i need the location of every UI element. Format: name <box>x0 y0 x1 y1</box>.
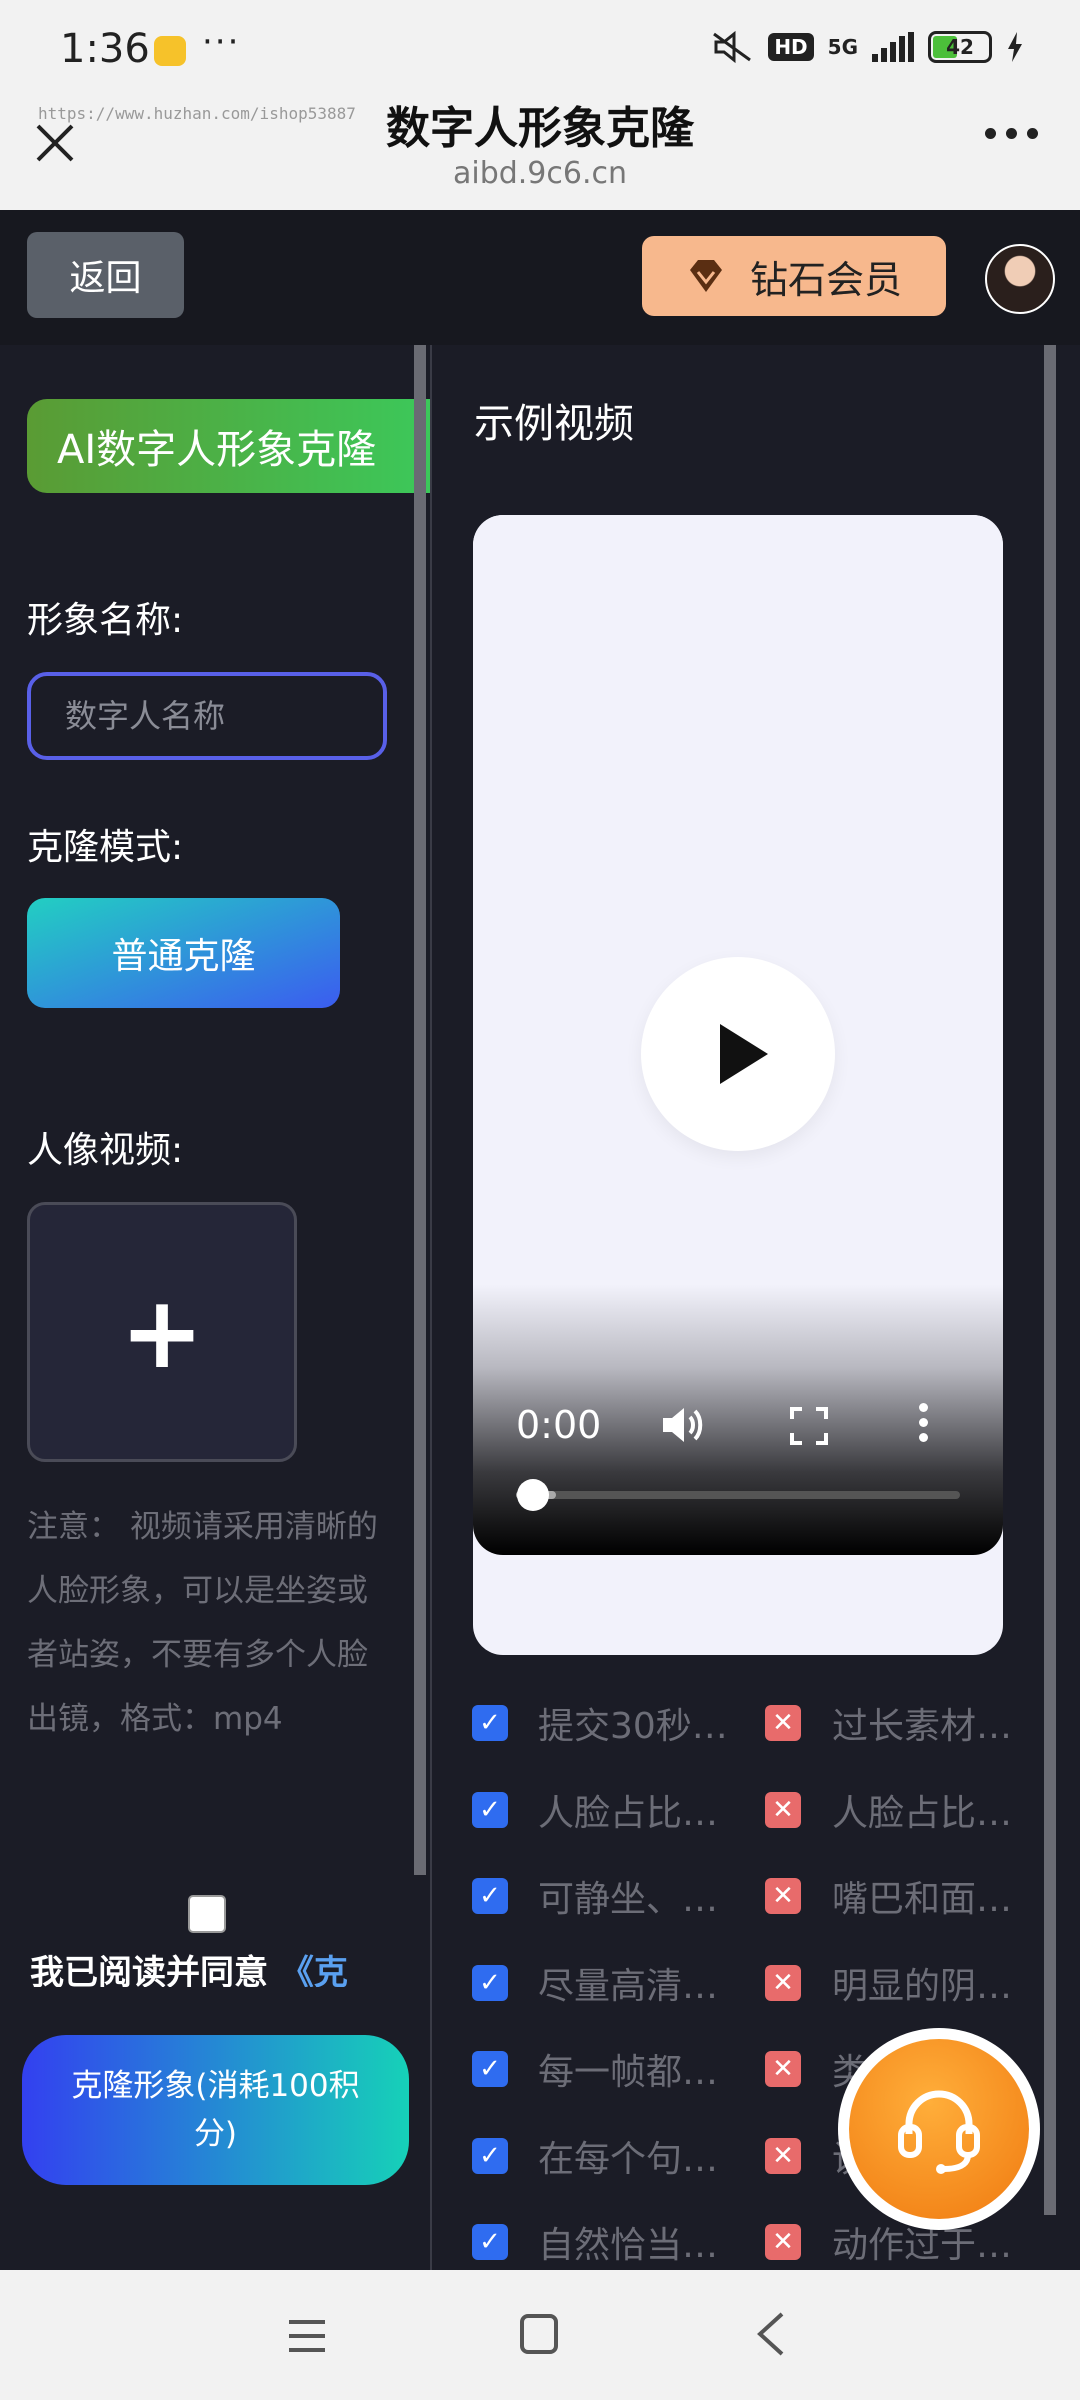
cross-icon: ✕ <box>765 1791 801 1828</box>
status-icons: HD 5G 42 <box>710 30 1024 64</box>
more-icon[interactable] <box>985 128 1038 139</box>
left-panel: AI数字人形象克隆 形象名称: 克隆模式: 普通克隆 人像视频: + 注意： 视… <box>0 345 430 2270</box>
play-icon <box>720 1024 768 1084</box>
tip-good-text: 可静坐、… <box>538 1879 719 1920</box>
check-icon: ✓ <box>472 2137 508 2174</box>
headset-icon <box>898 2090 980 2174</box>
browser-topbar: 1:36 ··· HD 5G 42 https://www.huzhan.com… <box>0 0 1080 210</box>
hd-badge: HD <box>768 33 814 61</box>
tip-good-text: 提交30秒… <box>538 1706 728 1747</box>
avatar[interactable] <box>985 244 1055 314</box>
check-icon: ✓ <box>472 2051 508 2087</box>
video-label: 人像视频: <box>27 1130 184 1171</box>
tip-good-text: 尽量高清… <box>538 1965 719 2007</box>
feature-badge: AI数字人形象克隆 <box>27 399 430 493</box>
video-time: 0:00 <box>516 1403 602 1447</box>
status-time: 1:36 <box>60 26 150 72</box>
sample-video-title: 示例视频 <box>474 401 634 447</box>
cross-icon: ✕ <box>765 1964 801 2001</box>
mute-icon <box>713 30 752 64</box>
video-progress-knob[interactable] <box>517 1479 549 1511</box>
cross-icon: ✕ <box>765 1878 801 1914</box>
check-icon: ✓ <box>472 2224 508 2260</box>
agree-checkbox[interactable] <box>188 1895 226 1933</box>
tip-bad-text: 人脸占比… <box>832 1792 1013 1834</box>
left-scrollbar[interactable] <box>414 345 426 1875</box>
tip-bad-text: 嘴巴和面… <box>832 1879 1013 1920</box>
back-button[interactable]: 返回 <box>27 232 184 318</box>
signal-icon <box>872 32 914 62</box>
customer-service-button[interactable] <box>838 2028 1040 2230</box>
check-icon: ✓ <box>472 1964 508 2001</box>
system-navbar <box>0 2270 1080 2400</box>
cross-icon: ✕ <box>765 2224 801 2260</box>
tip-row: ✓ 尽量高清… ✕ 明显的阴… <box>472 1955 1072 2015</box>
name-input[interactable] <box>27 672 387 760</box>
tip-good-text: 每一帧都… <box>538 2052 719 2093</box>
check-icon: ✓ <box>472 1878 508 1914</box>
diamond-icon <box>689 260 722 292</box>
fullscreen-icon[interactable] <box>790 1407 828 1445</box>
sample-video-card: 0:00 <box>473 515 1003 1655</box>
check-icon: ✓ <box>472 1705 508 1741</box>
page-title: 数字人形象克隆 <box>386 103 694 154</box>
tip-bad-text: 明显的阴… <box>832 1965 1013 2007</box>
tip-bad-text: 过长素材… <box>832 1706 1013 1747</box>
network-type: 5G <box>827 35 858 59</box>
status-more-dots: ··· <box>202 22 241 62</box>
tip-row: ✓ 人脸占比… ✕ 人脸占比… <box>472 1782 1072 1842</box>
agreement-link[interactable]: 《克 <box>280 1953 348 1987</box>
volume-icon[interactable] <box>659 1403 707 1447</box>
tip-good-text: 在每个句… <box>538 2138 719 2180</box>
tip-row: ✓ 自然恰当… ✕ 动作过于… <box>472 2214 1072 2274</box>
app-header: 返回 钻石会员 <box>0 210 1080 345</box>
cross-icon: ✕ <box>765 1705 801 1741</box>
check-icon: ✓ <box>472 1791 508 1828</box>
mode-label: 克隆模式: <box>27 827 184 868</box>
vip-button[interactable]: 钻石会员 <box>642 236 946 316</box>
home-icon[interactable] <box>520 2314 558 2354</box>
upload-note: 注意： 视频请采用清晰的人脸形象，可以是坐姿或者站姿，不要有多个人脸出镜，格式：… <box>27 1509 378 1737</box>
normal-clone-button[interactable]: 普通克隆 <box>27 898 340 1008</box>
back-icon[interactable] <box>756 2312 786 2356</box>
page-host: aibd.9c6.cn <box>452 156 628 191</box>
agree-text: 我已阅读并同意 《克 <box>30 1945 430 1987</box>
sample-video-player[interactable]: 0:00 <box>473 515 1003 1555</box>
cross-icon: ✕ <box>765 2137 801 2174</box>
play-button[interactable] <box>641 957 835 1151</box>
name-label: 形象名称: <box>27 600 184 641</box>
battery-icon: 42 <box>928 31 992 63</box>
agree-label: 我已阅读并同意 <box>30 1953 268 1987</box>
support-button-inner <box>849 2039 1029 2219</box>
video-more-icon[interactable] <box>919 1403 928 1442</box>
video-upload-button[interactable]: + <box>27 1202 297 1462</box>
menu-icon[interactable] <box>287 2318 327 2354</box>
tip-row: ✓ 提交30秒… ✕ 过长素材… <box>472 1695 1072 1755</box>
tip-good-text: 自然恰当… <box>538 2225 719 2266</box>
tip-row: ✓ 可静坐、… ✕ 嘴巴和面… <box>472 1868 1072 1928</box>
tip-good-text: 人脸占比… <box>538 1792 719 1834</box>
clone-submit-button[interactable]: 克隆形象(消耗100积分) <box>22 2035 409 2185</box>
chat-notification-icon <box>154 36 186 66</box>
battery-level: 42 <box>946 35 974 59</box>
video-progress-track[interactable] <box>516 1491 960 1499</box>
right-scrollbar[interactable] <box>1044 345 1056 2215</box>
vip-label: 钻石会员 <box>749 257 902 302</box>
right-panel: 示例视频 0:00 ✓ 提交30秒… ✕ 过长素材… ✓ 人脸占比… ✕ 人脸占比… ✓ 可静坐、… <box>432 345 1080 2270</box>
cross-icon: ✕ <box>765 2051 801 2087</box>
charging-icon <box>1008 32 1022 62</box>
